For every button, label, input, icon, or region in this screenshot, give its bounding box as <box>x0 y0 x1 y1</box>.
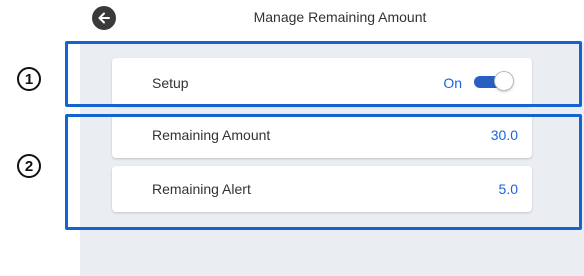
screen: Manage Remaining Amount Setup On Remaini… <box>0 0 584 276</box>
back-button[interactable] <box>92 6 116 30</box>
callout-box-2 <box>65 114 582 230</box>
page-title: Manage Remaining Amount <box>253 9 427 25</box>
arrow-left-icon <box>98 12 110 24</box>
callout-number-2: 2 <box>17 154 41 178</box>
callout-number-1: 1 <box>17 67 41 91</box>
callout-box-1 <box>65 41 582 107</box>
